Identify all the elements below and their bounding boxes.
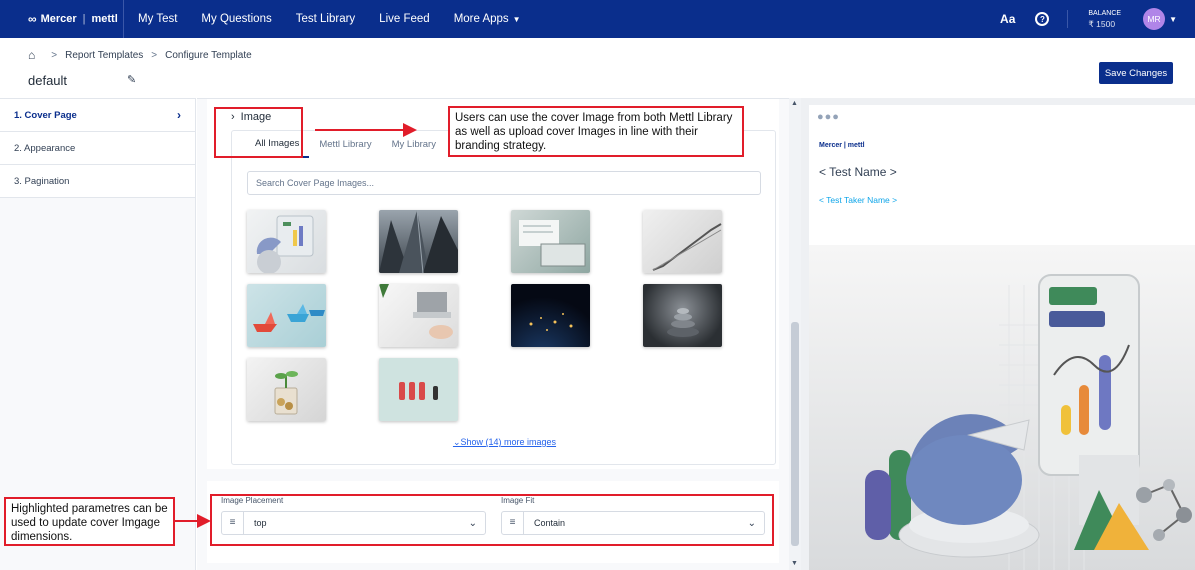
- image-library-card: All Images Mettl Library My Library Sear…: [231, 130, 776, 465]
- save-changes-button[interactable]: Save Changes: [1099, 62, 1173, 84]
- chevron-down-icon: ⌄: [452, 437, 461, 447]
- annotation-box-placement: [210, 494, 774, 546]
- annotation-arrow-icon: [197, 514, 211, 528]
- text-size-button[interactable]: Aa: [1000, 12, 1015, 26]
- top-nav-bar: ∞ Mercer | mettl My Test My Questions Te…: [0, 0, 1195, 38]
- sidebar-item-appearance[interactable]: 2. Appearance: [0, 132, 195, 165]
- desk-chart-icon[interactable]: [247, 210, 326, 273]
- scroll-thumb[interactable]: [791, 322, 799, 546]
- tab-mettl-library[interactable]: Mettl Library: [309, 131, 381, 158]
- breadcrumb-report-templates[interactable]: Report Templates: [65, 50, 143, 61]
- earth-night-icon[interactable]: [511, 284, 590, 347]
- preview-brand: Mercer | mettl: [819, 142, 865, 149]
- mercer-mettl-logo[interactable]: ∞ Mercer | mettl: [0, 0, 124, 38]
- annotation-arrow-icon: [403, 123, 417, 137]
- caret-down-icon[interactable]: ▼: [1169, 15, 1177, 24]
- annotation-box-image-title: [214, 107, 303, 158]
- scroll-up-icon[interactable]: ▲: [791, 100, 798, 107]
- nav-links: My Test My Questions Test Library Live F…: [124, 13, 545, 25]
- stacked-stones-icon[interactable]: [643, 284, 722, 347]
- edit-icon[interactable]: ✎: [127, 73, 136, 86]
- caret-down-icon: ▼: [512, 15, 521, 24]
- laptop-hand-icon[interactable]: [379, 284, 458, 347]
- breadcrumb-configure-template: Configure Template: [165, 49, 252, 61]
- staircase-icon[interactable]: [643, 210, 722, 273]
- skyscrapers-icon[interactable]: [379, 210, 458, 273]
- help-icon[interactable]: ?: [1035, 12, 1050, 26]
- preview-page: ●●● Mercer | mettl < Test Name > < Test …: [809, 105, 1195, 570]
- main-scrollbar[interactable]: ▲ ▼: [789, 98, 801, 570]
- nav-more-apps[interactable]: More Apps ▼: [454, 13, 521, 25]
- coin-plant-icon[interactable]: [247, 358, 326, 421]
- cover-illustration-icon: [809, 245, 1195, 570]
- avatar[interactable]: MR: [1143, 8, 1166, 30]
- breadcrumb: ⌂ > Report Templates > Configure Templat…: [28, 48, 252, 62]
- nav-my-questions[interactable]: My Questions: [201, 13, 271, 25]
- preview-test-name: < Test Name >: [819, 165, 897, 179]
- annotation-arrow-line: [175, 520, 199, 522]
- annotation-arrow-line: [315, 129, 405, 131]
- search-input[interactable]: Search Cover Page Images...: [247, 171, 761, 195]
- balance-display: BALANCE ₹ 1500: [1088, 10, 1122, 29]
- annotation-note-left: Highlighted parametres can be used to up…: [4, 497, 175, 546]
- figurines-icon[interactable]: [379, 358, 458, 421]
- annotation-note-top: Users can use the cover Image from both …: [448, 106, 744, 157]
- paper-boats-icon[interactable]: [247, 284, 326, 347]
- home-icon[interactable]: ⌂: [28, 48, 35, 62]
- show-more-images-link[interactable]: ⌄Show (14) more images: [232, 437, 777, 448]
- sidebar-item-pagination[interactable]: 3. Pagination: [0, 165, 195, 198]
- nav-my-test[interactable]: My Test: [138, 13, 177, 25]
- preview-test-taker-name: < Test Taker Name >: [819, 195, 898, 205]
- dots-icon: ●●●: [817, 111, 840, 123]
- template-name: default: [28, 73, 68, 88]
- infinity-icon: ∞: [28, 12, 37, 26]
- nav-live-feed[interactable]: Live Feed: [379, 13, 430, 25]
- laptop-paper-icon[interactable]: [511, 210, 590, 273]
- cover-preview: ●●● Mercer | mettl < Test Name > < Test …: [801, 98, 1195, 570]
- sidebar-item-cover-page[interactable]: 1. Cover Page ›: [0, 99, 195, 132]
- nav-test-library[interactable]: Test Library: [296, 13, 355, 25]
- chevron-right-icon: ›: [177, 108, 181, 122]
- scroll-down-icon[interactable]: ▼: [791, 560, 798, 567]
